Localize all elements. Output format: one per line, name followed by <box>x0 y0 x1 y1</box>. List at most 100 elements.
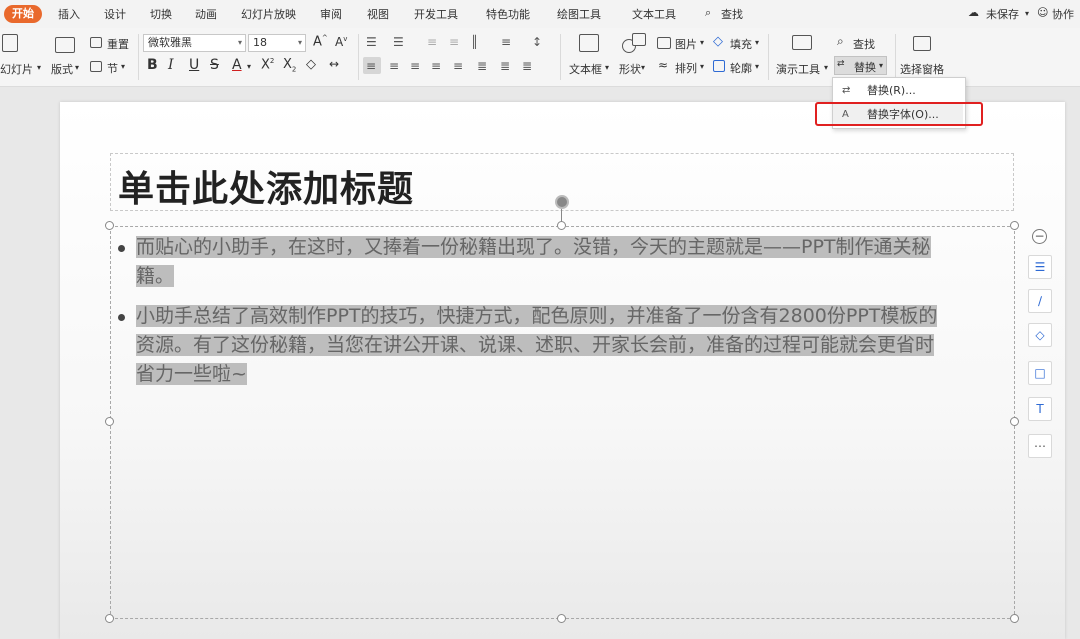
char-spacing-icon[interactable]: ↔ <box>329 57 339 71</box>
chevron-down-icon[interactable]: ▾ <box>121 62 125 71</box>
search-icon[interactable]: ⌕ <box>705 6 711 20</box>
bold-icon[interactable]: B <box>147 57 158 73</box>
para-spacing-icon[interactable]: ≣ <box>477 59 487 73</box>
bullet-list-icon[interactable]: ☰ <box>366 35 377 49</box>
indent-list-icon[interactable]: ≣ <box>522 59 532 73</box>
collapse-icon[interactable]: − <box>1032 229 1047 244</box>
justify-icon[interactable]: ≡ <box>431 59 441 73</box>
strikethrough-icon[interactable]: S <box>210 57 219 73</box>
replace-button[interactable]: 替换 <box>854 59 876 75</box>
border-icon[interactable]: □ <box>1028 361 1052 385</box>
decrease-indent-icon[interactable]: ≡ <box>427 35 437 49</box>
save-status[interactable]: 未保存 <box>986 6 1019 22</box>
tab-drawing-tools[interactable]: 绘图工具 <box>557 6 601 22</box>
picture-icon[interactable] <box>657 37 671 49</box>
subscript-icon[interactable]: X2 <box>283 57 296 74</box>
layout-button[interactable]: 版式 <box>51 61 73 77</box>
tab-transition[interactable]: 切换 <box>150 6 172 22</box>
chevron-down-icon[interactable]: ▾ <box>75 63 79 72</box>
text-frame-icon[interactable]: T <box>1028 397 1052 421</box>
find-button[interactable]: 查找 <box>853 36 875 52</box>
present-tool-icon[interactable] <box>792 35 812 50</box>
chevron-down-icon[interactable]: ▾ <box>1025 9 1029 18</box>
resize-handle[interactable] <box>105 221 114 230</box>
underline-icon[interactable]: U <box>189 57 199 73</box>
outline-button[interactable]: 轮廓 <box>730 60 752 76</box>
more-icon[interactable]: ⋯ <box>1028 434 1052 458</box>
fill-button[interactable]: 填充 <box>730 36 752 52</box>
chevron-down-icon[interactable]: ▾ <box>755 62 759 71</box>
fill-icon[interactable]: ◇ <box>713 34 723 49</box>
font-size-select[interactable]: 18 ▾ <box>248 34 306 52</box>
chevron-down-icon[interactable]: ▾ <box>247 62 251 71</box>
chevron-down-icon[interactable]: ▾ <box>700 38 704 47</box>
reset-button[interactable]: 重置 <box>107 36 129 52</box>
chevron-down-icon[interactable]: ▾ <box>37 63 41 72</box>
resize-handle[interactable] <box>105 417 114 426</box>
replace-icon[interactable]: ⇄ <box>837 59 845 69</box>
section-button[interactable]: 节 <box>107 60 118 76</box>
slide-title[interactable]: 单击此处添加标题 <box>118 160 414 212</box>
menu-item-replace[interactable]: ⇄ 替换(R)... <box>833 80 963 102</box>
clear-format-icon[interactable]: ◇ <box>306 57 316 72</box>
text-box-icon[interactable] <box>579 34 599 52</box>
chevron-down-icon[interactable]: ▾ <box>824 63 828 72</box>
resize-handle[interactable] <box>1010 614 1019 623</box>
font-shrink-icon[interactable]: Av <box>335 35 347 49</box>
tab-search[interactable]: 查找 <box>721 6 743 22</box>
increase-indent-icon[interactable]: ≡ <box>449 35 459 49</box>
present-tool-button[interactable]: 演示工具 <box>776 61 820 77</box>
tab-features[interactable]: 特色功能 <box>486 6 530 22</box>
resize-handle[interactable] <box>557 614 566 623</box>
resize-handle[interactable] <box>1010 221 1019 230</box>
distribute-icon[interactable]: ≡ <box>453 59 463 73</box>
tab-insert[interactable]: 插入 <box>58 6 80 22</box>
find-icon[interactable]: ⌕ <box>837 34 844 49</box>
tab-slideshow[interactable]: 幻灯片放映 <box>241 6 296 22</box>
pen-icon[interactable]: ∕ <box>1028 289 1052 313</box>
fill-icon[interactable]: ◇ <box>1028 323 1052 347</box>
superscript-icon[interactable]: X2 <box>261 57 274 72</box>
tab-animation[interactable]: 动画 <box>195 6 217 22</box>
paragraph-1[interactable]: 而贴心的小助手，在这时，又捧着一份秘籍出现了。没错，今天的主题就是——PPT制作… <box>136 233 1002 291</box>
select-pane-button[interactable]: 选择窗格 <box>900 61 944 77</box>
shape-button[interactable]: 形状 <box>619 61 641 77</box>
resize-handle[interactable] <box>557 221 566 230</box>
select-pane-icon[interactable] <box>913 36 931 51</box>
columns-icon[interactable]: ≣ <box>500 59 510 73</box>
new-slide-icon[interactable] <box>2 34 18 52</box>
new-slide-button[interactable]: 幻灯片 <box>0 61 33 77</box>
chevron-down-icon[interactable]: ▾ <box>700 62 704 71</box>
tab-text-tools[interactable]: 文本工具 <box>632 6 676 22</box>
rotate-handle-icon[interactable] <box>555 195 569 209</box>
font-color-icon[interactable]: A <box>232 57 242 73</box>
reset-icon[interactable] <box>90 37 102 48</box>
number-list-icon[interactable]: ☰ <box>393 35 404 49</box>
picture-button[interactable]: 图片 <box>675 36 697 52</box>
slide-canvas[interactable]: 单击此处添加标题 而贴心的小助手，在这时，又捧着一份秘籍出现了。没错，今天的主题… <box>60 102 1065 639</box>
font-grow-icon[interactable]: A^ <box>313 34 328 49</box>
text-direction-icon[interactable]: ║ <box>471 35 478 49</box>
layout-icon[interactable] <box>55 37 75 53</box>
tab-view[interactable]: 视图 <box>367 6 389 22</box>
arrange-button[interactable]: 排列 <box>675 60 697 76</box>
chevron-down-icon[interactable]: ▾ <box>879 61 883 70</box>
align-center-icon[interactable]: ≡ <box>389 59 399 73</box>
chevron-down-icon[interactable]: ▾ <box>641 63 645 72</box>
line-spacing-icon[interactable]: ↕ <box>532 35 542 49</box>
align-text-icon[interactable]: ≡ <box>501 35 511 49</box>
chevron-down-icon[interactable]: ▾ <box>605 63 609 72</box>
resize-handle[interactable] <box>105 614 114 623</box>
tab-design[interactable]: 设计 <box>104 6 126 22</box>
arrange-icon[interactable]: ≈ <box>658 58 668 72</box>
text-box-button[interactable]: 文本框 <box>569 61 602 77</box>
layers-icon[interactable]: ☰ <box>1028 255 1052 279</box>
section-icon[interactable] <box>90 61 102 72</box>
tab-home[interactable]: 开始 <box>4 5 42 23</box>
tab-review[interactable]: 审阅 <box>320 6 342 22</box>
resize-handle[interactable] <box>1010 417 1019 426</box>
italic-icon[interactable]: I <box>168 57 174 73</box>
outline-icon[interactable] <box>713 60 725 72</box>
font-name-select[interactable]: 微软雅黑 ▾ <box>143 34 246 52</box>
collab-button[interactable]: 协作 <box>1052 6 1074 22</box>
